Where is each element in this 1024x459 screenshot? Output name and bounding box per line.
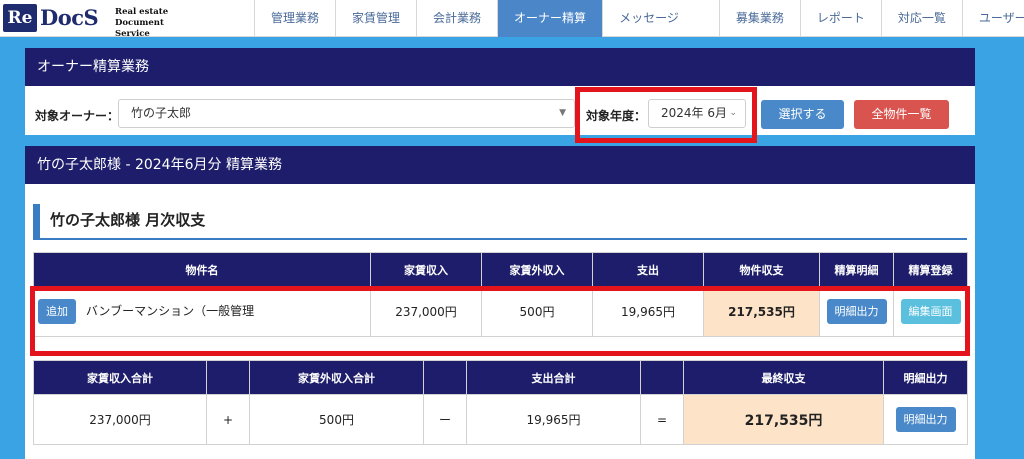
nav-item-owner-settlement[interactable]: オーナー精算 — [497, 0, 603, 37]
header-register: 精算登録 — [893, 252, 968, 287]
other-income-cell: 500円 — [481, 286, 593, 337]
year-select-value: 2024年 6月 — [661, 106, 727, 120]
header-detail: 精算明細 — [819, 252, 894, 287]
nav-item-tasks[interactable]: 対応一覧 — [880, 0, 962, 37]
detail-cell: 明細出力 — [819, 286, 894, 337]
logo-word: DocS — [40, 5, 99, 30]
table-row: 追加 バンブーマンション（一般管理 237,000円 500円 19,965円 … — [33, 286, 968, 337]
nav-item-rent[interactable]: 家賃管理 — [335, 0, 416, 37]
select-button[interactable]: 選択する — [761, 100, 844, 129]
detail-output-button[interactable]: 明細出力 — [826, 299, 887, 324]
header-expense: 支出 — [592, 252, 704, 287]
year-select[interactable]: 2024年 6月 ⌄ — [648, 99, 746, 128]
header-expense-total: 支出合計 — [466, 360, 641, 395]
header-other-income: 家賃外収入 — [481, 252, 593, 287]
nav-item-recruitment[interactable]: 募集業務 — [718, 0, 800, 37]
panel-title: 竹の子太郎様 - 2024年6月分 精算業務 — [25, 146, 975, 184]
other-total-cell: 500円 — [249, 394, 424, 445]
filter-row: 対象オーナー： 竹の子太郎 ▼ 対象年度： 2024年 6月 ⌄ 選択する 全物… — [25, 86, 975, 143]
year-label: 対象年度： — [586, 109, 647, 123]
equals-operator: = — [640, 394, 684, 445]
summary-table: 家賃収入合計 家賃外収入合計 支出合計 最終収支 明細出力 237,000円 +… — [33, 360, 968, 445]
owner-select-value: 竹の子太郎 — [131, 106, 192, 120]
chevron-down-icon: ⌄ — [729, 108, 737, 118]
top-bar: Re DocS Real estate Document Service 管理業… — [0, 0, 1024, 39]
nav-item-management[interactable]: 管理業務 — [254, 0, 335, 37]
header-blank — [206, 360, 250, 395]
register-cell: 編集画面 — [893, 286, 968, 337]
add-button[interactable]: 追加 — [38, 299, 76, 324]
summary-row: 237,000円 + 500円 ー 19,965円 = 217,535円 明細出… — [33, 394, 968, 445]
main-nav: 管理業務 家賃管理 会計業務 オーナー精算 メッセージ 募集業務 レポート 対応… — [254, 0, 1024, 37]
logo-mark: Re — [3, 4, 37, 32]
nav-item-user-settings[interactable]: ユーザー設定 — [961, 0, 1024, 37]
header-blank — [640, 360, 684, 395]
nav-item-accounting[interactable]: 会計業務 — [416, 0, 497, 37]
header-final-balance: 最終収支 — [683, 360, 884, 395]
all-properties-button[interactable]: 全物件一覧 — [854, 100, 949, 129]
owner-settlement-panel: オーナー精算業務 対象オーナー： 竹の子太郎 ▼ 対象年度： 2024年 6月 … — [25, 48, 975, 143]
tagline-line2: Document Service — [115, 18, 164, 39]
header-blank — [423, 360, 467, 395]
logo-tagline: Real estate Document Service — [115, 7, 193, 40]
header-rent-total: 家賃収入合計 — [33, 360, 207, 395]
expense-cell: 19,965円 — [592, 286, 704, 337]
property-name: バンブーマンション（一般管理 — [85, 304, 255, 318]
owner-select[interactable]: 竹の子太郎 ▼ — [118, 99, 575, 128]
rent-cell: 237,000円 — [370, 286, 482, 337]
header-other-total: 家賃外収入合計 — [249, 360, 424, 395]
tagline-line1: Real estate — [115, 7, 169, 17]
plus-operator: + — [206, 394, 250, 445]
section-title: 竹の子太郎様 月次収支 — [33, 204, 967, 240]
minus-operator: ー — [423, 394, 467, 445]
chevron-down-icon: ▼ — [559, 108, 566, 118]
monthly-balance-table: 物件名 家賃収入 家賃外収入 支出 物件収支 精算明細 精算登録 追加 バンブー… — [33, 252, 968, 337]
summary-detail-output-button[interactable]: 明細出力 — [895, 407, 956, 432]
header-rent: 家賃収入 — [370, 252, 482, 287]
header-property: 物件名 — [33, 252, 371, 287]
redocs-logo[interactable]: Re DocS Real estate Document Service — [3, 4, 193, 39]
property-cell: 追加 バンブーマンション（一般管理 — [33, 286, 371, 337]
settlement-detail-panel: 竹の子太郎様 - 2024年6月分 精算業務 竹の子太郎様 月次収支 物件名 家… — [25, 146, 975, 459]
nav-item-messages[interactable]: メッセージ — [602, 0, 719, 37]
summary-detail-cell: 明細出力 — [883, 394, 968, 445]
expense-total-cell: 19,965円 — [466, 394, 641, 445]
rent-total-cell: 237,000円 — [33, 394, 207, 445]
panel-title: オーナー精算業務 — [25, 48, 975, 86]
edit-screen-button[interactable]: 編集画面 — [900, 299, 961, 324]
final-balance-cell: 217,535円 — [683, 394, 884, 445]
header-detail-output: 明細出力 — [883, 360, 968, 395]
owner-label: 対象オーナー： — [35, 109, 120, 123]
balance-cell: 217,535円 — [703, 286, 820, 337]
nav-item-reports[interactable]: レポート — [799, 0, 881, 37]
header-balance: 物件収支 — [703, 252, 820, 287]
